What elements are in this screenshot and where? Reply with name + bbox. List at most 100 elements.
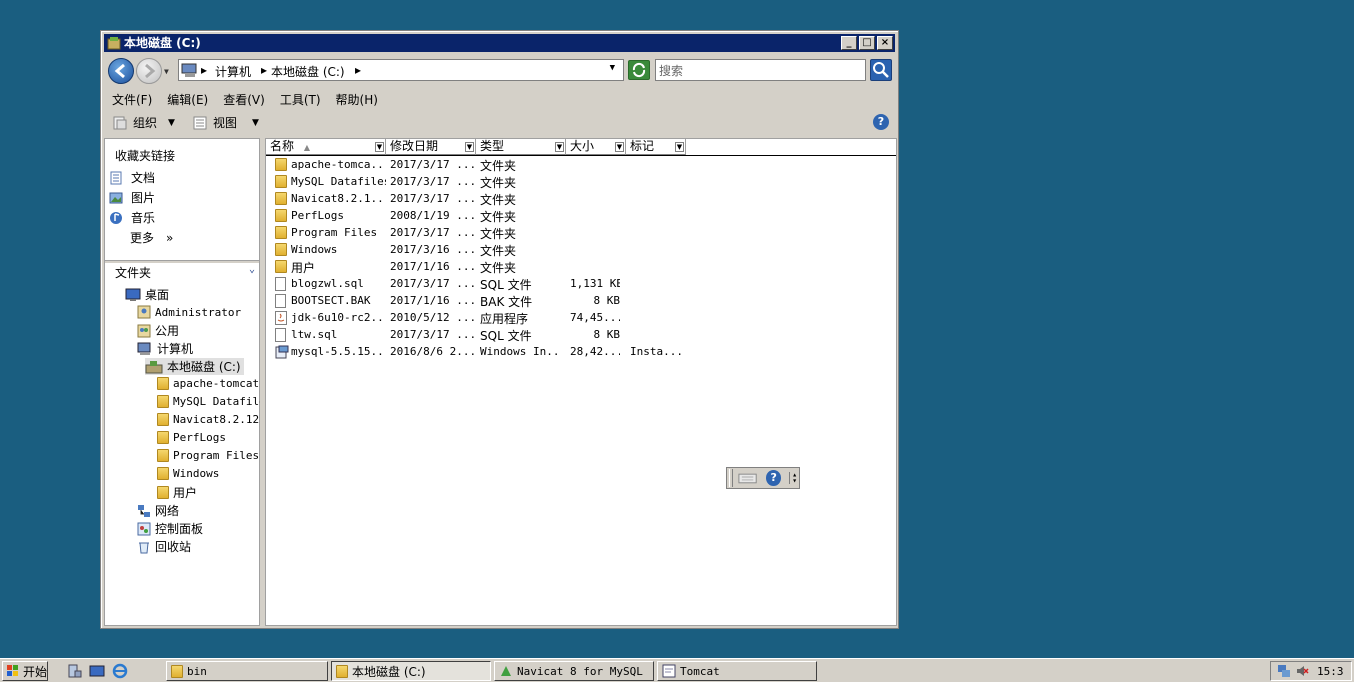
keyboard-icon[interactable] <box>737 470 758 486</box>
file-row[interactable]: Navicat8.2.1... 2017/3/17 ... 文件夹 <box>266 191 896 208</box>
back-arrow-icon <box>114 63 125 79</box>
control-panel-icon <box>137 522 151 535</box>
close-button[interactable]: × <box>877 36 893 50</box>
address-bar[interactable]: ▸ 计算机 ▸ 本地磁盘 (C:) ▸ ▼ <box>178 59 624 81</box>
favorite-pictures[interactable]: 图片 <box>109 189 155 206</box>
column-filter-dropdown-icon[interactable]: ▼ <box>465 142 474 152</box>
tree-subfolder[interactable]: Program Files <box>157 449 259 462</box>
menu-help[interactable]: 帮助(H) <box>328 89 385 109</box>
file-type-icon <box>275 294 287 308</box>
favorite-music[interactable]: 音乐 <box>109 209 155 226</box>
header-divider <box>266 155 896 156</box>
folder-icon <box>275 226 287 239</box>
history-dropdown-icon[interactable]: ▼ <box>164 67 169 76</box>
file-type: 文件夹 <box>480 176 517 190</box>
file-row[interactable]: 用户 2017/1/16 ... 文件夹 <box>266 259 896 276</box>
file-date: 2017/3/17 ... <box>390 192 474 205</box>
search-button[interactable] <box>870 59 892 81</box>
column-header-name[interactable]: 名称 ▲ ▼ <box>266 139 386 155</box>
tree-subfolder[interactable]: PerfLogs <box>157 431 226 444</box>
breadcrumb-computer[interactable]: 计算机 <box>215 63 251 80</box>
breadcrumb-separator-icon[interactable]: ▸ <box>355 63 361 77</box>
internet-explorer-icon[interactable] <box>112 663 128 679</box>
column-header-label: 标记 <box>630 139 655 153</box>
search-input[interactable]: 搜索 <box>655 59 866 81</box>
column-filter-dropdown-icon[interactable]: ▼ <box>675 142 684 152</box>
music-icon <box>110 211 122 224</box>
address-dropdown-icon[interactable]: ▼ <box>610 63 615 73</box>
help-icon[interactable]: ? <box>766 470 782 486</box>
tree-subfolder[interactable]: apache-tomcat- <box>157 377 266 390</box>
breadcrumb-local-disk[interactable]: 本地磁盘 (C:) <box>271 63 345 80</box>
menu-edit[interactable]: 编辑(E) <box>159 89 215 109</box>
clock[interactable]: 15:3 <box>1317 665 1344 678</box>
start-label: 开始 <box>23 664 48 679</box>
file-icon <box>275 328 286 342</box>
file-row[interactable]: jdk-6u10-rc2... 2010/5/12 ... 应用程序 74,45... <box>266 310 896 327</box>
title-bar[interactable]: 本地磁盘 (C:) _ □ × <box>104 34 895 52</box>
menu-file[interactable]: 文件(F) <box>104 89 159 109</box>
menu-tools[interactable]: 工具(T) <box>272 89 328 109</box>
taskbar-item-local-disk[interactable]: 本地磁盘 (C:) <box>331 661 491 681</box>
file-row[interactable]: MySQL Datafiles 2017/3/17 ... 文件夹 <box>266 174 896 191</box>
file-row[interactable]: mysql-5.5.15... 2016/8/6 2... Windows In..… <box>266 344 896 361</box>
column-header-size[interactable]: 大小 ▼ <box>566 139 626 155</box>
minimize-button[interactable]: _ <box>841 36 857 50</box>
column-header-type[interactable]: 类型 ▼ <box>476 139 566 155</box>
menu-view[interactable]: 查看(V) <box>215 89 272 109</box>
help-button[interactable]: ? <box>873 114 889 130</box>
file-row[interactable]: Windows 2017/3/16 ... 文件夹 <box>266 242 896 259</box>
options-icon[interactable]: ▴ ▾ <box>789 471 799 485</box>
tree-subfolder[interactable]: Navicat8.2.12 <box>157 413 259 426</box>
file-row[interactable]: ltw.sql 2017/3/17 ... SQL 文件 8 KB <box>266 327 896 344</box>
tree-item-administrator[interactable]: Administrator <box>137 305 241 319</box>
column-filter-dropdown-icon[interactable]: ▼ <box>555 142 564 152</box>
tree-item-public[interactable]: 公用 <box>137 322 179 339</box>
tree-item-recycle-bin[interactable]: 回收站 <box>137 538 191 555</box>
file-row[interactable]: blogzwl.sql 2017/3/17 ... SQL 文件 1,131 KB <box>266 276 896 293</box>
start-button[interactable]: 开始 <box>2 661 48 681</box>
volume-muted-icon[interactable] <box>1295 664 1309 678</box>
tree-subfolder[interactable]: MySQL Datafile <box>157 395 266 408</box>
show-desktop-icon[interactable] <box>89 663 105 679</box>
tree-item-network[interactable]: 网络 <box>137 502 179 519</box>
server-manager-icon[interactable] <box>66 663 82 679</box>
file-type: 文件夹 <box>480 244 517 258</box>
favorite-documents[interactable]: 文档 <box>109 169 155 186</box>
file-row[interactable]: apache-tomca... 2017/3/17 ... 文件夹 <box>266 157 896 174</box>
folders-title[interactable]: 文件夹 <box>115 264 151 281</box>
back-button[interactable] <box>108 58 134 84</box>
column-filter-dropdown-icon[interactable]: ▼ <box>375 142 384 152</box>
tree-item-label: 计算机 <box>157 342 194 356</box>
chevron-down-icon[interactable]: ⌄ <box>249 264 255 275</box>
breadcrumb-separator-icon[interactable]: ▸ <box>261 63 267 77</box>
language-bar-handle[interactable] <box>729 469 733 487</box>
taskbar-item-tomcat[interactable]: Tomcat <box>657 661 817 681</box>
tree-item-local-disk[interactable]: 本地磁盘 (C:) <box>145 358 244 375</box>
column-header-tags[interactable]: 标记 ▼ <box>626 139 686 155</box>
file-type: SQL 文件 <box>480 278 532 292</box>
file-row[interactable]: Program Files 2017/3/17 ... 文件夹 <box>266 225 896 242</box>
tree-item-control-panel[interactable]: 控制面板 <box>137 520 203 537</box>
favorites-more[interactable]: 更多 » <box>130 229 173 246</box>
tree-item-desktop[interactable]: 桌面 <box>125 286 169 303</box>
organize-button[interactable]: 组织 ▼ <box>112 114 175 131</box>
network-status-icon[interactable] <box>1277 664 1291 678</box>
refresh-button[interactable] <box>628 60 650 80</box>
breadcrumb-separator-icon[interactable]: ▸ <box>201 63 207 77</box>
maximize-button[interactable]: □ <box>859 36 875 50</box>
column-header-date[interactable]: 修改日期 ▼ <box>386 139 476 155</box>
taskbar-item-bin[interactable]: bin <box>166 661 328 681</box>
taskbar-item-navicat[interactable]: Navicat 8 for MySQL <box>494 661 654 681</box>
forward-button[interactable] <box>136 58 162 84</box>
file-row[interactable]: BOOTSECT.BAK 2017/1/16 ... BAK 文件 8 KB <box>266 293 896 310</box>
views-button[interactable]: 视图 ▼ <box>192 114 259 131</box>
address-row: ▼ ▸ 计算机 ▸ 本地磁盘 (C:) ▸ ▼ 搜索 <box>104 55 895 87</box>
column-filter-dropdown-icon[interactable]: ▼ <box>615 142 624 152</box>
folder-icon <box>275 175 287 188</box>
tree-subfolder[interactable]: 用户 <box>157 484 197 501</box>
tree-subfolder[interactable]: Windows <box>157 467 219 480</box>
tree-item-computer[interactable]: 计算机 <box>137 340 193 357</box>
file-row[interactable]: PerfLogs 2008/1/19 ... 文件夹 <box>266 208 896 225</box>
file-name: jdk-6u10-rc2... <box>291 311 386 324</box>
